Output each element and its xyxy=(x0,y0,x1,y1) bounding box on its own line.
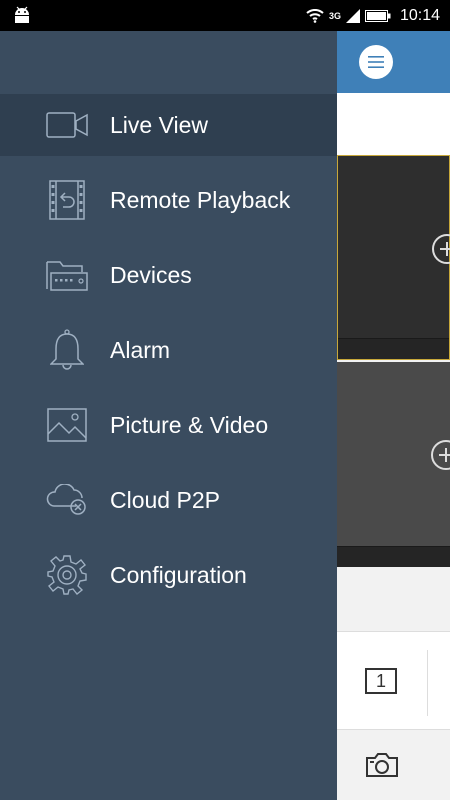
bell-icon xyxy=(46,329,88,371)
signal-icon xyxy=(345,8,360,23)
main-header xyxy=(337,31,450,93)
cloud-icon xyxy=(46,479,88,521)
clock: 10:14 xyxy=(399,6,440,24)
pane-info-bar xyxy=(338,338,449,359)
status-bar: 3G 10:14 xyxy=(0,0,450,31)
gear-icon xyxy=(46,554,88,596)
android-icon xyxy=(15,6,29,23)
navigation-drawer: Live View Remote Playback Devices Alarm … xyxy=(0,31,337,800)
drawer-item-cloud-p2p[interactable]: Cloud P2P xyxy=(0,469,337,531)
video-pane-1[interactable] xyxy=(337,155,450,360)
split-screen-button[interactable]: 1 xyxy=(365,668,397,694)
video-camera-icon xyxy=(46,104,88,146)
drawer-item-label: Cloud P2P xyxy=(110,486,220,513)
drawer-item-label: Remote Playback xyxy=(110,186,291,213)
video-pane-2[interactable] xyxy=(337,362,450,567)
drawer-item-configuration[interactable]: Configuration xyxy=(0,544,337,606)
drawer-item-label: Alarm xyxy=(110,336,171,363)
add-channel-icon[interactable] xyxy=(432,234,450,264)
hamburger-icon xyxy=(368,56,384,68)
devices-folder-icon xyxy=(46,254,88,296)
drawer-item-label: Devices xyxy=(110,261,192,288)
bottom-toolbar xyxy=(337,729,450,800)
drawer-item-label: Picture & Video xyxy=(110,411,269,438)
spacer xyxy=(337,567,450,631)
drawer-item-label: Configuration xyxy=(110,561,247,588)
battery-icon xyxy=(364,9,391,22)
drawer-item-live-view[interactable]: Live View xyxy=(0,94,337,156)
drawer-item-remote-playback[interactable]: Remote Playback xyxy=(0,169,337,231)
menu-button[interactable] xyxy=(359,45,393,79)
film-playback-icon xyxy=(46,179,88,221)
drawer-item-devices[interactable]: Devices xyxy=(0,244,337,306)
drawer-item-picture-video[interactable]: Picture & Video xyxy=(0,394,337,456)
drawer-item-alarm[interactable]: Alarm xyxy=(0,319,337,381)
picture-icon xyxy=(46,404,88,446)
snapshot-camera-icon[interactable] xyxy=(365,752,399,778)
add-channel-icon[interactable] xyxy=(431,440,450,470)
toolbar-area xyxy=(337,93,450,155)
split-toolbar: 1 xyxy=(337,631,450,729)
divider xyxy=(427,650,428,716)
network-type: 3G xyxy=(328,10,341,21)
pane-info-bar xyxy=(337,546,450,567)
wifi-icon xyxy=(306,8,324,23)
drawer-item-label: Live View xyxy=(110,111,209,138)
